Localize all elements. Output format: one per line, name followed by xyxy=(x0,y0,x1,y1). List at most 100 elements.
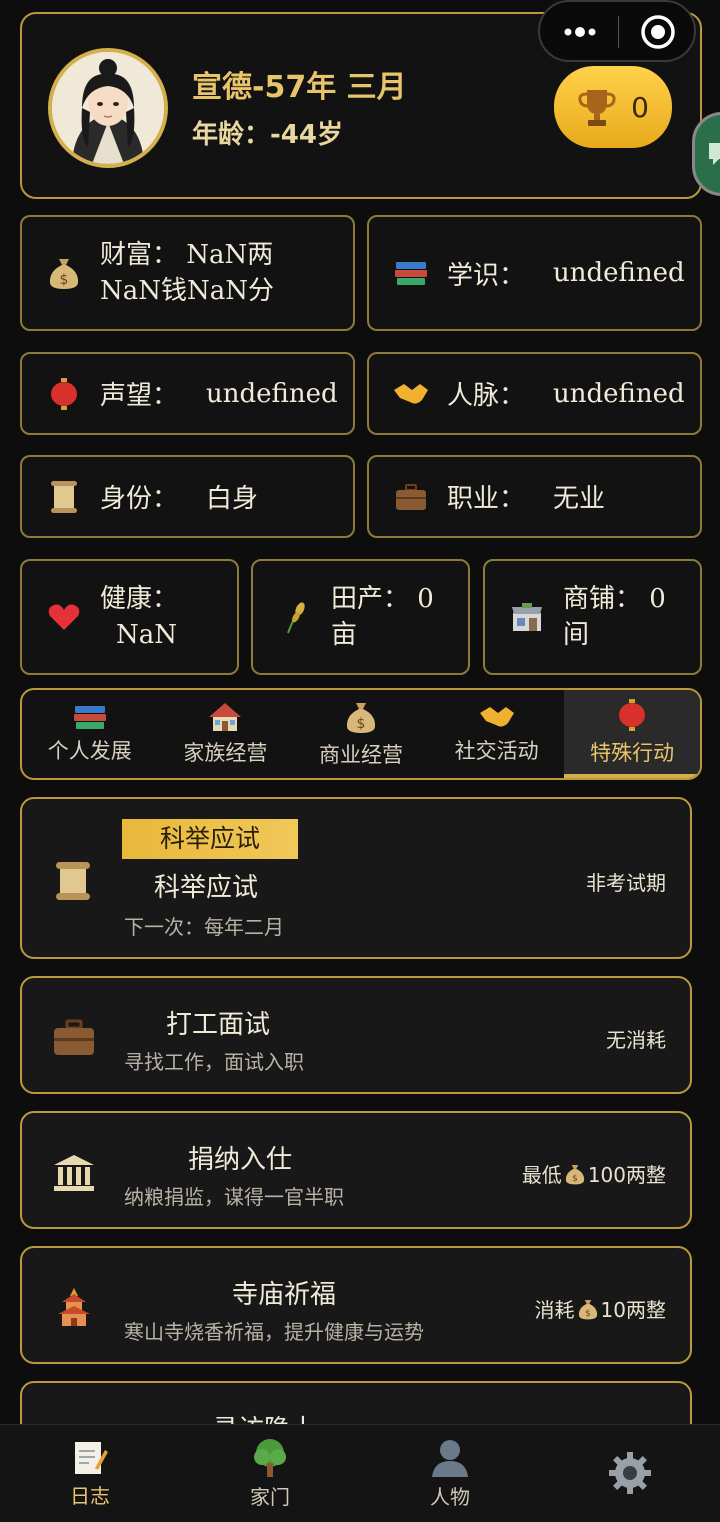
action-job-interview[interactable]: 打工面试 寻找工作，面试入职 无消耗 xyxy=(20,976,692,1094)
memo-icon xyxy=(75,1442,108,1474)
lantern-icon xyxy=(42,376,86,412)
tab-label: 商业经营 xyxy=(318,743,403,767)
action-badge: 科举应试 xyxy=(122,819,298,859)
tab-label: 特殊行动 xyxy=(590,741,675,765)
tree-icon xyxy=(254,1439,286,1477)
stat-value: undefined xyxy=(553,378,685,409)
stat-unit: 间 xyxy=(563,620,590,650)
tab-special-actions[interactable]: 特殊行动 xyxy=(564,690,700,778)
tab-label: 家族经营 xyxy=(183,741,268,765)
more-options-icon[interactable] xyxy=(560,20,600,44)
avatar[interactable] xyxy=(48,48,168,168)
chat-icon xyxy=(709,143,720,165)
action-cost-prefix: 消耗 xyxy=(534,1298,575,1322)
tab-label: 社交活动 xyxy=(454,739,539,763)
stat-value: 0 xyxy=(649,584,666,614)
achievement-button[interactable]: 0 xyxy=(554,66,672,148)
scroll-icon xyxy=(42,479,86,515)
stat-reputation: 声望： undefined xyxy=(20,352,355,435)
money-bag-icon: $ xyxy=(346,703,376,733)
action-purchase-office[interactable]: 捐纳入仕 纳粮捐监，谋得一官半职 最低 $ 100两整 xyxy=(20,1111,692,1229)
government-building-icon xyxy=(54,1155,94,1191)
action-cost: 消耗 $ 10两整 xyxy=(535,1294,666,1323)
stat-wealth: $ 财富： NaN两 NaN钱NaN分 xyxy=(20,215,355,331)
action-status-text: 非考试期 xyxy=(586,871,666,895)
nav-label: 家门 xyxy=(250,1485,290,1509)
character-age: 年龄：-44岁 xyxy=(192,120,343,150)
stat-farmland: 田产： 0 亩 xyxy=(251,559,470,675)
handshake-icon xyxy=(389,380,433,408)
action-cost-value: 100两整 xyxy=(587,1163,666,1187)
trophy-icon xyxy=(578,90,616,126)
money-bag-icon: $ xyxy=(565,1164,584,1184)
tab-personal-development[interactable]: 个人发展 xyxy=(22,690,158,778)
stat-job: 职业： 无业 xyxy=(367,455,702,538)
nav-label: 日志 xyxy=(70,1484,110,1508)
stat-value: 0 xyxy=(417,584,434,614)
briefcase-icon xyxy=(389,482,433,512)
action-description: 下一次：每年二月 xyxy=(124,915,284,939)
stat-value: NaN两 xyxy=(186,240,274,270)
svg-text:$: $ xyxy=(585,1309,591,1319)
store-icon xyxy=(505,601,549,633)
action-status: 非考试期 xyxy=(586,867,666,896)
stat-shops: 商铺： 0 间 xyxy=(483,559,702,675)
gear-icon xyxy=(609,1451,651,1494)
action-cost-prefix: 最低 xyxy=(521,1163,562,1187)
stat-unit: 亩 xyxy=(331,620,358,650)
action-cost-value: 10两整 xyxy=(600,1298,666,1322)
action-temple-prayer[interactable]: 寺庙祈福 寒山寺烧香祈福，提升健康与运势 消耗 $ 10两整 xyxy=(20,1246,692,1364)
stat-label: 职业： xyxy=(447,484,526,514)
category-tabs: 个人发展 家族经营 $ 商业经营 社交活动 特殊行动 xyxy=(20,688,702,780)
action-description: 纳粮捐监，谋得一官半职 xyxy=(124,1185,344,1209)
pagoda-icon xyxy=(58,1288,90,1326)
nav-settings[interactable] xyxy=(540,1425,720,1522)
game-date: 宣德-57年 三月 xyxy=(192,70,407,105)
money-bag-icon: $ xyxy=(42,255,86,291)
stat-label: 商铺： xyxy=(563,584,642,614)
stat-health: 健康： NaN xyxy=(20,559,239,675)
stat-label: 财富： xyxy=(100,240,179,270)
action-cost: 无消耗 xyxy=(606,1024,666,1053)
close-miniprogram-icon[interactable] xyxy=(640,14,676,50)
tab-family-management[interactable]: 家族经营 xyxy=(158,690,294,778)
action-title: 捐纳入仕 xyxy=(188,1145,293,1175)
nav-log[interactable]: 日志 xyxy=(0,1425,180,1522)
stat-value-secondary: NaN钱NaN分 xyxy=(100,276,275,306)
tab-business-management[interactable]: $ 商业经营 xyxy=(293,690,429,778)
person-silhouette-icon xyxy=(432,1440,468,1477)
nav-characters[interactable]: 人物 xyxy=(360,1425,540,1522)
svg-text:$: $ xyxy=(357,716,366,732)
mini-program-capsule xyxy=(538,0,696,62)
bottom-navigation: 日志 家门 人物 xyxy=(0,1424,720,1522)
books-icon xyxy=(73,706,106,729)
action-description: 寻找工作，面试入职 xyxy=(124,1050,304,1074)
action-description: 寒山寺烧香祈福，提升健康与运势 xyxy=(124,1320,424,1344)
stat-value: undefined xyxy=(206,378,338,409)
tab-label: 个人发展 xyxy=(47,739,132,763)
stat-status: 身份： 白身 xyxy=(20,455,355,538)
stat-value: 无业 xyxy=(553,484,606,514)
nav-family[interactable]: 家门 xyxy=(180,1425,360,1522)
stat-knowledge: 学识： undefined xyxy=(367,215,702,331)
action-title: 寺庙祈福 xyxy=(232,1280,337,1310)
avatar-portrait-icon xyxy=(52,52,164,164)
stat-connections: 人脉： undefined xyxy=(367,352,702,435)
nav-label: 人物 xyxy=(430,1485,470,1509)
stat-label: 人脉： xyxy=(447,381,526,411)
action-cost-text: 无消耗 xyxy=(606,1028,666,1052)
action-title: 打工面试 xyxy=(166,1010,271,1040)
action-imperial-exam[interactable]: 科举应试 科举应试 下一次：每年二月 非考试期 xyxy=(20,797,692,959)
handshake-icon xyxy=(479,707,514,727)
rice-icon xyxy=(273,599,317,635)
svg-text:$: $ xyxy=(60,272,69,288)
action-cost: 最低 $ 100两整 xyxy=(522,1159,666,1188)
stat-label: 健康： xyxy=(100,584,179,614)
money-bag-icon: $ xyxy=(578,1299,597,1319)
tab-social-activities[interactable]: 社交活动 xyxy=(429,690,565,778)
trophy-count: 0 xyxy=(631,90,649,124)
house-icon xyxy=(209,703,242,731)
stat-label: 田产： xyxy=(331,584,410,614)
stat-label: 身份： xyxy=(100,484,179,514)
heart-icon xyxy=(42,602,86,632)
